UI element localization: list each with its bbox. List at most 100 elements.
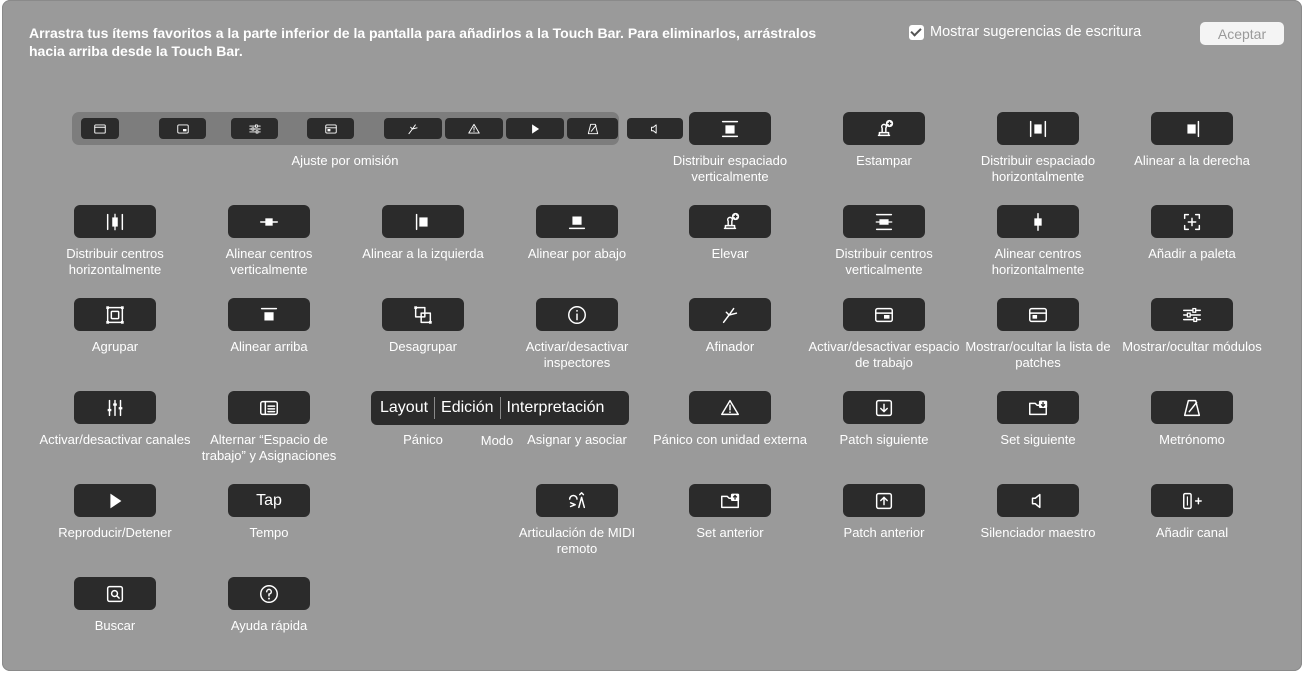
default-set-item[interactable] xyxy=(307,118,354,139)
touchbar-item-label: Alinear a la derecha xyxy=(1134,153,1250,168)
touchbar-item-button[interactable] xyxy=(74,484,156,517)
raise-icon xyxy=(719,211,741,233)
touchbar-item-button[interactable]: Tap xyxy=(228,484,310,517)
align-top-icon xyxy=(258,304,280,326)
align-centers-vertical-icon xyxy=(258,211,280,233)
touchbar-item-button[interactable] xyxy=(74,205,156,238)
touchbar-item-label: Alinear por abajo xyxy=(527,246,627,261)
mode-segment-edicion[interactable]: Edición xyxy=(435,399,499,417)
touchbar-item-button[interactable] xyxy=(382,298,464,331)
touchbar-item-button[interactable] xyxy=(689,391,771,424)
default-set-item[interactable] xyxy=(506,118,564,139)
touchbar-item-button[interactable] xyxy=(1151,298,1233,331)
default-set-item[interactable] xyxy=(567,118,618,139)
touchbar-item-label: Patch anterior xyxy=(843,525,925,540)
touchbar-item-label: Alinear centros horizontalmente xyxy=(991,246,1085,277)
metronome-icon xyxy=(1181,397,1203,419)
touchbar-item-button[interactable] xyxy=(74,391,156,424)
touchbar-item-button[interactable] xyxy=(382,205,464,238)
patch-list-icon xyxy=(1027,304,1049,326)
touchbar-item-button[interactable] xyxy=(997,484,1079,517)
instructions-text: Arrastra tus ítems favoritos a la parte … xyxy=(29,25,817,59)
checkbox-checked-icon[interactable] xyxy=(909,24,924,40)
touchbar-item-button[interactable] xyxy=(228,205,310,238)
layout-icon xyxy=(324,122,338,136)
touchbar-item-label: Distribuir centros horizontalmente xyxy=(66,246,164,277)
default-set-item[interactable] xyxy=(384,118,442,139)
play-icon xyxy=(528,122,542,136)
touchbar-item-button[interactable] xyxy=(843,484,925,517)
speaker-icon xyxy=(648,122,662,136)
add-channel-icon xyxy=(1181,490,1203,512)
speaker-icon xyxy=(1027,490,1049,512)
touchbar-item-button[interactable] xyxy=(843,391,925,424)
touchbar-item-label: Distribuir espaciado verticalmente xyxy=(672,153,788,184)
default-set-item[interactable] xyxy=(159,118,206,139)
workspace-icon xyxy=(873,304,895,326)
metronome-icon xyxy=(586,122,600,136)
mode-segment-layout[interactable]: Layout xyxy=(371,399,434,417)
default-set-strip[interactable] xyxy=(72,112,683,145)
mode-label: Modo xyxy=(480,433,514,448)
ungroup-icon xyxy=(412,304,434,326)
touchbar-item-button[interactable] xyxy=(1151,205,1233,238)
warning-icon xyxy=(719,397,741,419)
touchbar-item-button[interactable] xyxy=(228,298,310,331)
touchbar-item-label: Patch siguiente xyxy=(839,432,929,447)
touchbar-item-button[interactable] xyxy=(689,298,771,331)
touchbar-item-button[interactable] xyxy=(997,298,1079,331)
touchbar-item-button[interactable] xyxy=(74,298,156,331)
touchbar-item-button[interactable] xyxy=(1151,484,1233,517)
typing-suggestions-label: Mostrar sugerencias de escritura xyxy=(930,24,1142,40)
touchbar-item-label: Activar/desactivar inspectores xyxy=(525,339,629,370)
touchbar-item-button[interactable] xyxy=(1151,112,1233,145)
touchbar-item-label: Tempo xyxy=(249,525,289,540)
touchbar-item-button[interactable] xyxy=(536,298,618,331)
mode-segment-interpretacion[interactable]: Interpretación xyxy=(501,399,611,417)
default-set-item[interactable] xyxy=(81,118,119,139)
accept-button[interactable]: Aceptar xyxy=(1200,22,1284,45)
warning-icon xyxy=(467,122,481,136)
touchbar-item-button[interactable] xyxy=(843,205,925,238)
touchbar-item-button[interactable] xyxy=(689,484,771,517)
tap-text: Tap xyxy=(256,491,282,509)
touchbar-item-button[interactable] xyxy=(228,577,310,610)
touchbar-item-label: Ayuda rápida xyxy=(230,618,308,633)
touchbar-item-button[interactable] xyxy=(536,205,618,238)
midi-articulation-icon xyxy=(566,490,588,512)
touchbar-item-button[interactable] xyxy=(997,112,1079,145)
stamp-icon xyxy=(873,118,895,140)
align-right-icon xyxy=(1181,118,1203,140)
mode-segmented-control[interactable]: Layout Edición Interpretación xyxy=(371,391,629,425)
typing-suggestions-checkbox[interactable]: Mostrar sugerencias de escritura xyxy=(909,24,1141,40)
distribute-centers-horizontal-icon xyxy=(104,211,126,233)
tuner-icon xyxy=(719,304,741,326)
tuner-icon xyxy=(406,122,420,136)
customize-touch-bar-panel: Arrastra tus ítems favoritos a la parte … xyxy=(2,0,1302,671)
touchbar-item-label: Articulación de MIDI remoto xyxy=(518,525,636,556)
touchbar-item-label: Añadir canal xyxy=(1155,525,1229,540)
default-set-item[interactable] xyxy=(231,118,278,139)
touchbar-item-button[interactable] xyxy=(689,112,771,145)
add-to-palette-icon xyxy=(1181,211,1203,233)
touchbar-item-button[interactable] xyxy=(1151,391,1233,424)
arrow-up-box-icon xyxy=(873,490,895,512)
touchbar-item-button[interactable] xyxy=(997,391,1079,424)
touchbar-item-label: Pánico con unidad externa xyxy=(653,432,807,447)
touchbar-item-button[interactable] xyxy=(74,577,156,610)
touchbar-item-label: Reproducir/Detener xyxy=(58,525,172,540)
touchbar-item-button[interactable] xyxy=(689,205,771,238)
touchbar-item-button[interactable] xyxy=(843,112,925,145)
default-set-item[interactable] xyxy=(445,118,503,139)
touchbar-item-label: Añadir a paleta xyxy=(1148,246,1236,261)
touchbar-item-button[interactable] xyxy=(228,391,310,424)
touchbar-item-label: Elevar xyxy=(711,246,749,261)
sliders-icon xyxy=(1181,304,1203,326)
group-icon xyxy=(104,304,126,326)
touchbar-item-button[interactable] xyxy=(536,484,618,517)
folder-up-icon xyxy=(719,490,741,512)
default-set-item[interactable] xyxy=(627,118,683,139)
touchbar-item-button[interactable] xyxy=(997,205,1079,238)
touchbar-item-button[interactable] xyxy=(843,298,925,331)
touchbar-item-label: Distribuir espaciado horizontalmente xyxy=(980,153,1096,184)
